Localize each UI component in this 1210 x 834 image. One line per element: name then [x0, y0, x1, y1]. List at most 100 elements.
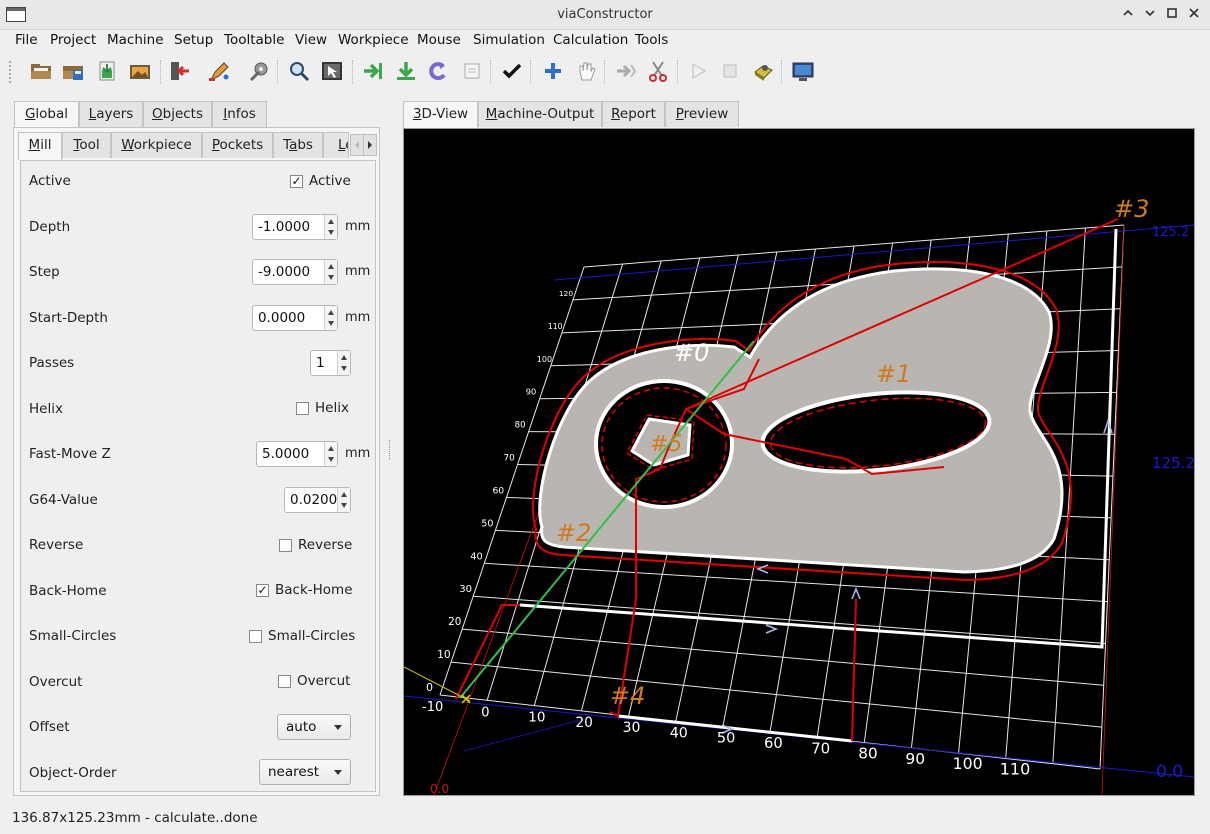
- tab-pockets-label: Pockets: [211, 137, 264, 153]
- depth-spinbox[interactable]: -1.0000: [252, 214, 338, 240]
- monitor-button[interactable]: [790, 58, 816, 84]
- rotate-button[interactable]: [425, 58, 451, 84]
- save-image-button[interactable]: [127, 58, 153, 84]
- maximize-button[interactable]: [1140, 5, 1160, 25]
- menu-simulation[interactable]: Simulation: [473, 32, 545, 48]
- tab-workpiece[interactable]: Workpiece: [111, 132, 202, 158]
- check-button[interactable]: [499, 58, 525, 84]
- add-button[interactable]: [540, 58, 566, 84]
- open-folder-button[interactable]: [28, 58, 54, 84]
- tab-leads-partial[interactable]: Le: [323, 132, 349, 158]
- object-label-3[interactable]: #3: [1114, 195, 1149, 223]
- helix-checkbox[interactable]: [296, 402, 309, 415]
- start-depth-stepper-arrows[interactable]: [324, 306, 337, 330]
- fast-move-z-spinbox[interactable]: 5.0000: [256, 441, 338, 467]
- small-circles-checkbox-label[interactable]: Small-Circles: [268, 628, 355, 644]
- tab-scroll-left-button[interactable]: [350, 134, 364, 156]
- tab-machine-output[interactable]: Machine-Output: [478, 101, 602, 127]
- start-depth-spinbox[interactable]: 0.0000: [252, 305, 338, 331]
- step-stepper-arrows[interactable]: [324, 260, 337, 284]
- reverse-checkbox[interactable]: [279, 539, 292, 552]
- close-button[interactable]: [1184, 5, 1204, 25]
- 3d-object-button[interactable]: [750, 58, 776, 84]
- tab-tool[interactable]: Tool: [62, 132, 111, 158]
- tab-global[interactable]: Global: [14, 101, 79, 129]
- menu-tools[interactable]: Tools: [635, 32, 668, 48]
- object-order-value: nearest: [268, 764, 320, 780]
- forward-button[interactable]: [612, 58, 638, 84]
- cut-button[interactable]: [645, 58, 671, 84]
- object-label-5[interactable]: #5: [650, 432, 682, 457]
- toolpath-scene[interactable]: #0 #1 #2 #3 #4 #5 125.2 125.2 0.0 0.0 -1…: [404, 129, 1194, 795]
- draw-button[interactable]: [206, 58, 232, 84]
- tab-tabs[interactable]: Tabs: [273, 132, 323, 158]
- object-order-dropdown[interactable]: nearest: [259, 759, 351, 785]
- window-title: viaConstructor: [557, 7, 653, 22]
- exit-button[interactable]: [166, 58, 192, 84]
- tab-scroll-right-button[interactable]: [363, 134, 377, 156]
- overcut-checkbox[interactable]: [278, 675, 291, 688]
- select-button[interactable]: [319, 58, 345, 84]
- tab-pockets[interactable]: Pockets: [202, 132, 273, 158]
- g64-stepper-arrows[interactable]: [337, 488, 350, 512]
- monitor-icon: [792, 62, 814, 81]
- menu-calculation[interactable]: Calculation: [553, 32, 628, 48]
- play-button[interactable]: [685, 58, 711, 84]
- tab-layers[interactable]: Layers: [79, 101, 143, 127]
- tab-mill[interactable]: Mill: [18, 132, 62, 160]
- settings-button[interactable]: [246, 58, 272, 84]
- 3d-viewport[interactable]: #0 #1 #2 #3 #4 #5 125.2 125.2 0.0 0.0 -1…: [403, 128, 1195, 796]
- stop-button[interactable]: [717, 58, 743, 84]
- menu-workpiece[interactable]: Workpiece: [338, 32, 409, 48]
- back-home-checkbox[interactable]: ✓: [256, 584, 269, 597]
- menu-file[interactable]: File: [15, 32, 38, 48]
- menu-machine[interactable]: Machine: [107, 32, 164, 48]
- menu-view[interactable]: View: [295, 32, 327, 48]
- minimize-button[interactable]: [1118, 5, 1138, 25]
- active-checkbox[interactable]: ✓: [290, 175, 303, 188]
- fast-move-z-value: 5.0000: [262, 446, 310, 462]
- tab-preview[interactable]: Preview: [665, 101, 739, 127]
- menu-mouse[interactable]: Mouse: [417, 32, 461, 48]
- depth-stepper-arrows[interactable]: [324, 215, 337, 239]
- tab-3d-view[interactable]: 3D-View: [403, 101, 478, 129]
- tab-report[interactable]: Report: [602, 101, 665, 127]
- restore-button[interactable]: [1162, 5, 1182, 25]
- blank-button[interactable]: [459, 58, 485, 84]
- active-checkbox-label[interactable]: Active: [309, 173, 351, 189]
- g64-spinbox[interactable]: 0.0200: [284, 487, 351, 513]
- object-label-4[interactable]: #4: [610, 682, 645, 710]
- menu-setup[interactable]: Setup: [174, 32, 213, 48]
- helix-checkbox-label[interactable]: Helix: [315, 400, 349, 416]
- exit-icon: [171, 62, 189, 80]
- passes-stepper-arrows[interactable]: [337, 351, 350, 375]
- menu-project[interactable]: Project: [50, 32, 96, 48]
- object-label-1[interactable]: #1: [876, 360, 911, 388]
- export-button[interactable]: [360, 58, 386, 84]
- save-folder-button[interactable]: [60, 58, 86, 84]
- zoom-button[interactable]: [286, 58, 312, 84]
- toolbar-grip[interactable]: [9, 61, 13, 83]
- load-setup-button[interactable]: [94, 58, 120, 84]
- y-tick-label: 50: [481, 518, 493, 529]
- axis-line: [463, 718, 585, 752]
- object-order-label: Object-Order: [29, 765, 117, 781]
- download-button[interactable]: [393, 58, 419, 84]
- helix-label: Helix: [29, 401, 63, 417]
- hand-button[interactable]: [573, 58, 599, 84]
- back-home-label: Back-Home: [29, 583, 107, 599]
- back-home-checkbox-label[interactable]: Back-Home: [275, 582, 353, 598]
- tab-infos[interactable]: Infos: [212, 101, 267, 127]
- reverse-checkbox-label[interactable]: Reverse: [298, 537, 352, 553]
- tab-objects[interactable]: Objects: [143, 101, 212, 127]
- object-label-2[interactable]: #2: [556, 519, 591, 547]
- overcut-checkbox-label[interactable]: Overcut: [297, 673, 350, 689]
- object-label-0[interactable]: #0: [674, 339, 709, 367]
- offset-dropdown[interactable]: auto: [277, 714, 351, 740]
- passes-spinbox[interactable]: 1: [310, 350, 351, 376]
- small-circles-checkbox[interactable]: [249, 630, 262, 643]
- menu-tooltable[interactable]: Tooltable: [224, 32, 284, 48]
- step-spinbox[interactable]: -9.0000: [252, 259, 338, 285]
- fast-move-z-stepper-arrows[interactable]: [324, 442, 337, 466]
- panel-splitter[interactable]: [389, 440, 392, 460]
